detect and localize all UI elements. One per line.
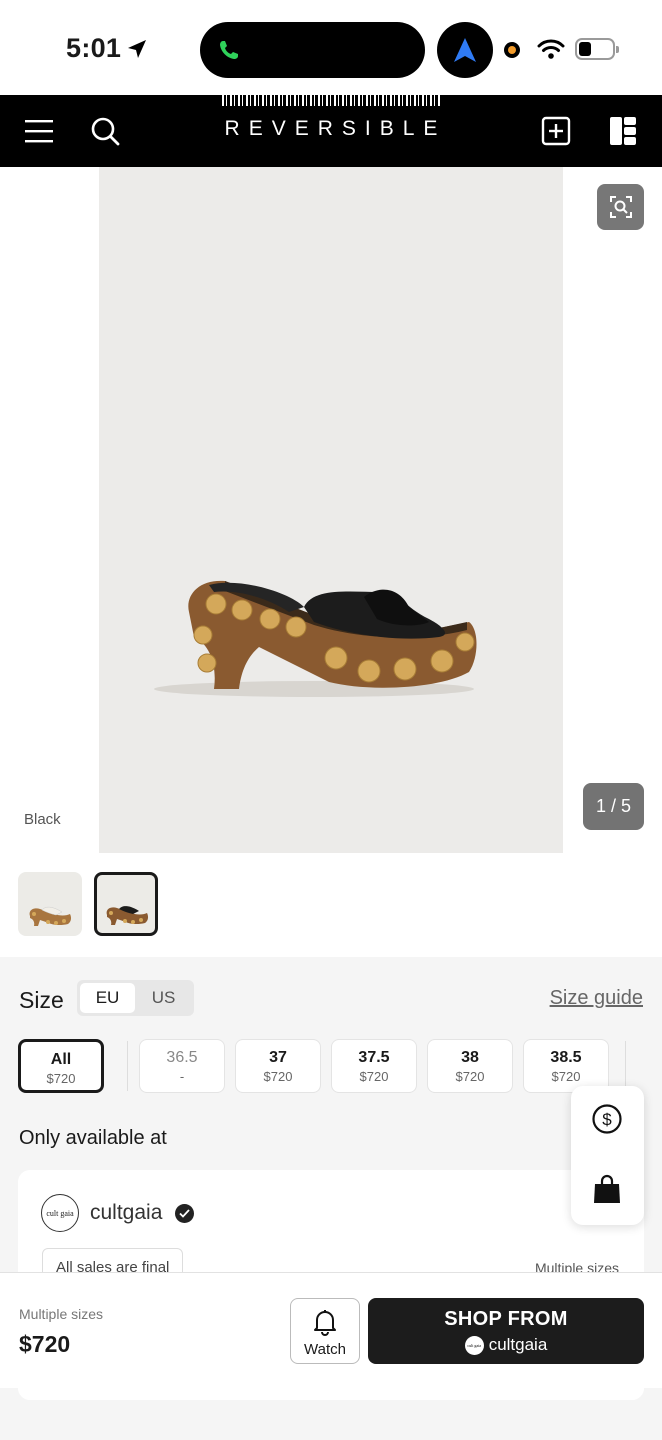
bell-icon [314,1310,336,1336]
size-divider [625,1041,626,1091]
size-value: All [50,1051,72,1068]
split-layout-icon [610,117,636,145]
size-chip-37[interactable]: 37 $720 [235,1039,321,1093]
thumbnail-2-selected[interactable] [94,872,158,936]
visual-search-button[interactable] [597,184,644,230]
size-value: 37.5 [358,1049,390,1066]
phone-call-icon [217,38,241,67]
sizes-label: Multiple sizes [19,1306,104,1322]
status-bar: 5:01 [0,0,662,95]
shop-label: SHOP FROM [444,1308,568,1330]
add-item-button[interactable] [538,113,574,149]
size-unit-toggle[interactable]: EU US [77,980,194,1016]
retailer-logo: cult gaia [41,1194,79,1232]
purchase-bar: Multiple sizes $720 Watch SHOP FROM cult… [0,1272,662,1388]
size-price: - [179,1069,185,1084]
thumbnail-image [29,906,72,926]
shop-retailer-name: cultgaia [488,1335,548,1354]
shop-retailer: cult gaia cultgaia [464,1335,548,1355]
watch-label: Watch [304,1341,346,1358]
size-value: 38 [461,1049,479,1066]
recording-indicator-icon [504,42,520,58]
thumbnail-1[interactable] [18,872,82,936]
card-footer [18,1388,644,1400]
size-divider [127,1041,128,1091]
dollar-circle-icon: $ [592,1104,622,1134]
size-chip-36-5[interactable]: 36.5 - [139,1039,225,1093]
size-value: 37 [269,1049,287,1066]
price: $720 [19,1331,71,1357]
size-price: $720 [359,1069,389,1084]
verified-check-icon [175,1204,194,1223]
size-value: 36.5 [166,1049,198,1066]
product-gallery: 1 / 5 Black [0,167,662,957]
size-price: $720 [46,1071,76,1086]
availability-title: Only available at [19,1127,167,1149]
size-section: Size EU US Size guide All $720 36.5 - 37… [0,957,662,1400]
layout-toggle-button[interactable] [605,113,641,149]
size-value: 38.5 [550,1049,582,1066]
size-title: Size [19,987,64,1013]
retailer-name: cultgaia [90,1201,163,1224]
size-chip-37-5[interactable]: 37.5 $720 [331,1039,417,1093]
plus-square-icon [541,116,571,146]
shop-from-button[interactable]: SHOP FROM cult gaia cultgaia [368,1298,644,1364]
app-header: REVERSIBLE [0,95,662,167]
navigation-arrow-icon [454,38,476,62]
studded-clog-mule-image [154,580,477,697]
shopping-bag-icon [594,1174,620,1203]
status-time: 5:01 [66,33,122,63]
unit-us[interactable]: US [136,983,191,1013]
color-label: Black [24,811,61,828]
size-guide-link[interactable]: Size guide [550,987,643,1010]
image-counter: 1 / 5 [583,783,644,830]
size-price: $720 [455,1069,485,1084]
size-price: $720 [551,1069,581,1084]
retailer-mini-logo-icon: cult gaia [464,1335,484,1355]
svg-text:$: $ [602,1110,612,1129]
product-page: 5:01 REVERSIBLE 1 / 5 Black Size EU US S… [0,0,662,1440]
shopping-bag-button[interactable] [589,1171,625,1207]
size-chip-all[interactable]: All $720 [18,1039,104,1093]
watch-button[interactable]: Watch [290,1298,360,1364]
size-price: $720 [263,1069,293,1084]
thumbnail-image [106,906,149,925]
location-arrow-icon [126,38,148,65]
product-image[interactable] [99,167,563,853]
floating-actions: $ [571,1086,644,1225]
battery-icon [575,38,619,60]
dynamic-island[interactable] [200,22,425,78]
size-chip-38-5[interactable]: 38.5 $720 [523,1039,609,1093]
unit-eu[interactable]: EU [80,983,135,1013]
price-alert-button[interactable]: $ [589,1101,625,1137]
scan-search-icon [609,196,632,218]
size-chip-38[interactable]: 38 $720 [427,1039,513,1093]
navigation-pill[interactable] [437,22,493,78]
wifi-icon [537,38,565,65]
brand-barcode-graphic [222,95,440,106]
